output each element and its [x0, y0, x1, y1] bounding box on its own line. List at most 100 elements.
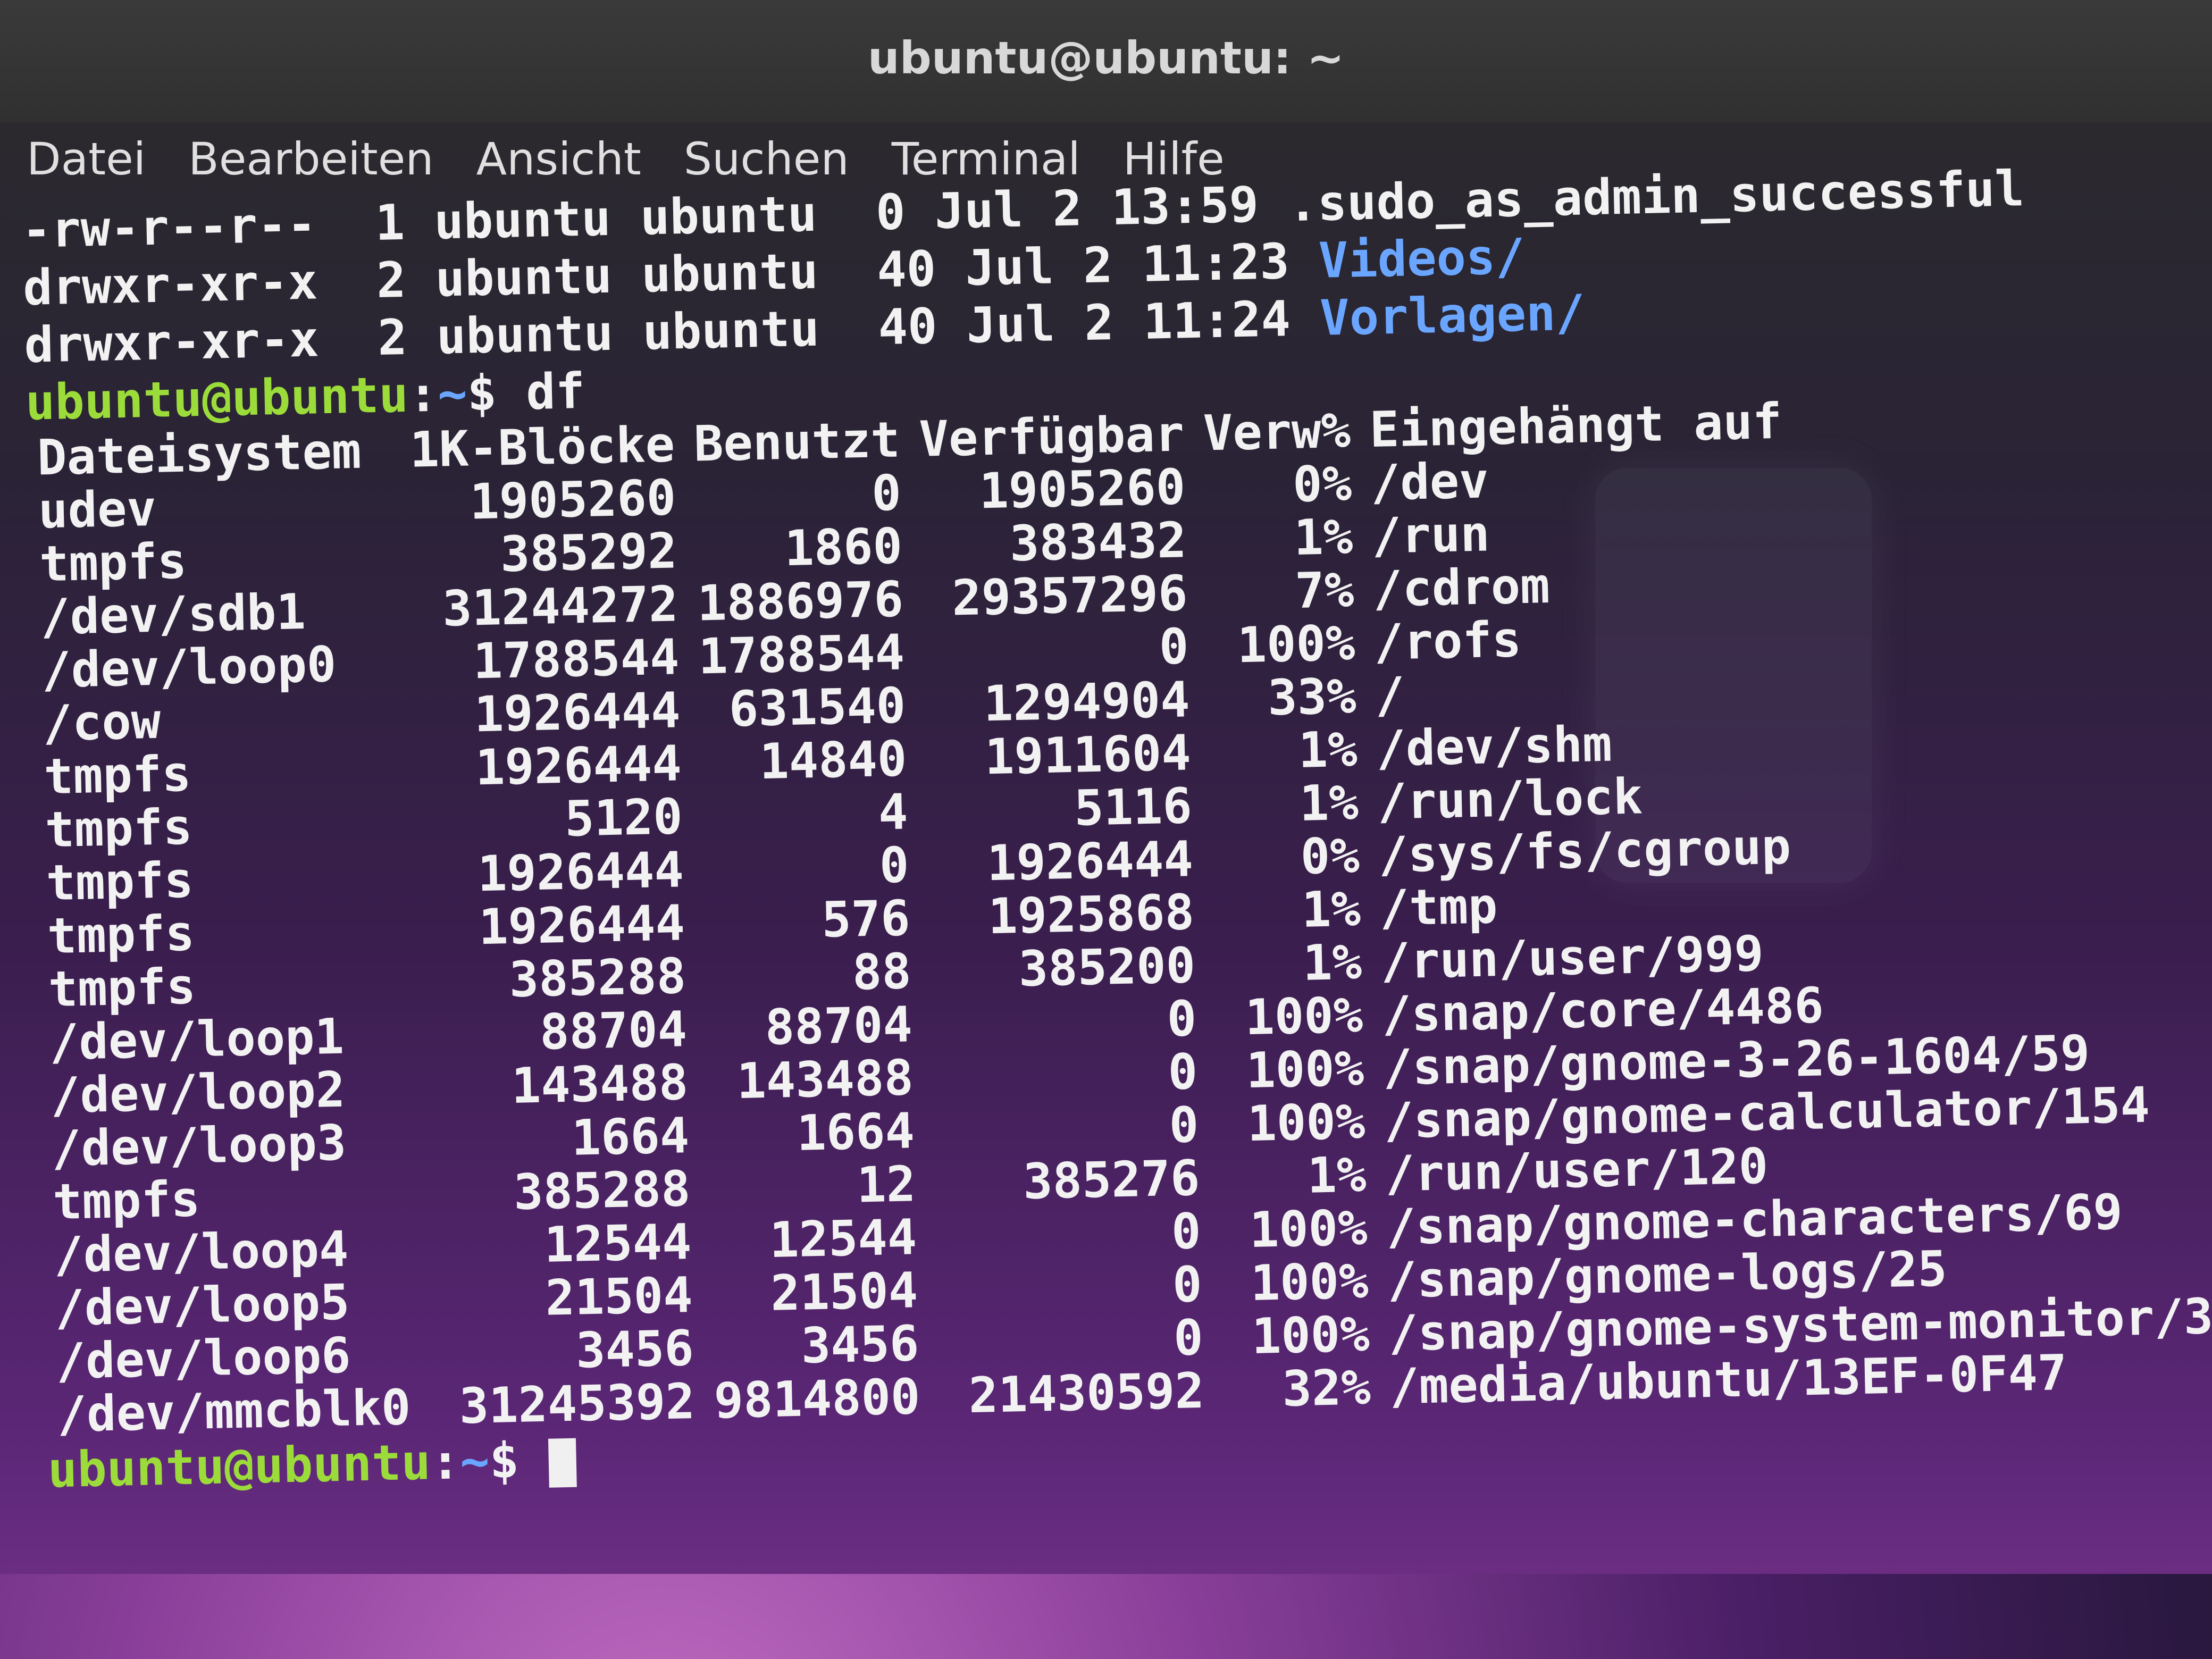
- df-used: 1788544: [698, 624, 906, 685]
- menu-suchen[interactable]: Suchen: [684, 133, 849, 191]
- df-use-percent: 1%: [1306, 1146, 1367, 1204]
- df-blocks: 1926444: [473, 682, 681, 743]
- ls-links: 1: [374, 194, 406, 252]
- df-available: 383432: [1009, 512, 1187, 573]
- df-used: 88: [851, 943, 912, 1001]
- df-available: 29357296: [951, 565, 1188, 627]
- df-used: 143488: [736, 1049, 914, 1110]
- df-used: 1886976: [697, 571, 904, 632]
- df-used: 88704: [764, 996, 913, 1057]
- title-bar: ubuntu@ubuntu: ~: [0, 0, 2212, 122]
- terminal-output[interactable]: -rw-r--r-- 1 ubuntu ubuntu 0 Jul 2 13:59…: [21, 157, 2212, 1563]
- df-available: 0: [1173, 1309, 1204, 1367]
- ls-month: Jul: [934, 181, 1024, 240]
- ls-links: 2: [375, 251, 407, 309]
- df-used: 631540: [728, 677, 907, 738]
- df-use-percent: 1%: [1302, 933, 1362, 992]
- ls-name: Videos/: [1318, 228, 1526, 289]
- df-available: 1294904: [983, 671, 1191, 733]
- df-filesystem: /dev/loop0: [41, 635, 337, 699]
- df-blocks: 1664: [571, 1107, 690, 1167]
- df-header-filesystem: Dateisystem: [36, 422, 362, 487]
- df-use-percent: 33%: [1267, 667, 1357, 727]
- ls-perms: drwxr-xr-x: [23, 311, 320, 374]
- df-blocks: 1926444: [478, 894, 685, 956]
- df-filesystem: tmpfs: [39, 532, 188, 593]
- ls-perms: -rw-r--r--: [21, 196, 317, 259]
- df-used: 1860: [784, 517, 903, 577]
- df-use-percent: 1%: [1298, 774, 1359, 832]
- df-blocks: 31244272: [442, 575, 679, 638]
- df-blocks: 12544: [543, 1213, 692, 1273]
- ls-time: 13:59: [1110, 176, 1260, 237]
- df-header-used: Benutzt: [693, 411, 901, 473]
- df-used: 4: [877, 783, 909, 841]
- df-filesystem: tmpfs: [47, 958, 197, 1018]
- df-use-percent: 100%: [1250, 1252, 1369, 1312]
- df-blocks: 143488: [510, 1054, 689, 1115]
- ls-time: 11:24: [1142, 290, 1292, 350]
- df-use-percent: 100%: [1245, 1040, 1365, 1100]
- df-filesystem: udev: [38, 480, 157, 540]
- df-blocks: 21504: [544, 1267, 693, 1327]
- df-available: 0: [1158, 618, 1189, 676]
- df-filesystem: /dev/loop2: [50, 1061, 346, 1125]
- df-used: 1664: [796, 1102, 915, 1162]
- df-blocks: 1926444: [474, 735, 682, 797]
- menu-datei[interactable]: Datei: [27, 133, 146, 191]
- prompt-symbol: $: [489, 1431, 520, 1490]
- df-use-percent: 0%: [1292, 455, 1353, 514]
- window-title: ubuntu@ubuntu: ~: [867, 32, 1345, 84]
- df-blocks: 385288: [508, 948, 687, 1009]
- ls-day: 2: [1052, 180, 1083, 238]
- ls-user: ubuntu: [435, 304, 614, 365]
- df-use-percent: 32%: [1281, 1359, 1371, 1418]
- df-header-use-percent: Verw%: [1202, 401, 1352, 462]
- df-available: 0: [1172, 1255, 1203, 1314]
- df-blocks: 31245392: [458, 1372, 696, 1435]
- ls-user: ubuntu: [433, 189, 611, 250]
- df-use-percent: 1%: [1293, 508, 1354, 567]
- df-available: 0: [1167, 1043, 1199, 1101]
- df-available: 385276: [1022, 1149, 1201, 1210]
- ls-group: ubuntu: [641, 242, 819, 304]
- ls-day: 2: [1084, 294, 1115, 352]
- df-blocks: 88704: [539, 1001, 688, 1061]
- df-used: 9814800: [713, 1368, 921, 1430]
- df-blocks: 1926444: [476, 841, 684, 903]
- df-table: Dateisystem 1K-Blöcke Benutzt Verfügbar …: [26, 386, 2212, 1443]
- menu-ansicht[interactable]: Ansicht: [476, 133, 641, 191]
- df-filesystem: tmpfs: [44, 798, 193, 859]
- df-available: 1905260: [978, 458, 1186, 520]
- df-used: 12544: [769, 1209, 918, 1269]
- ls-name: Vorlagen/: [1319, 284, 1586, 347]
- menu-bearbeiten[interactable]: Bearbeiten: [188, 133, 434, 191]
- ls-day: 2: [1082, 237, 1113, 295]
- df-used: 0: [871, 464, 902, 522]
- df-header-blocks: 1K-Blöcke: [409, 416, 676, 479]
- df-filesystem: tmpfs: [45, 851, 194, 912]
- ls-group: ubuntu: [639, 185, 818, 246]
- df-blocks: 3456: [575, 1320, 694, 1379]
- df-body: udev 1905260 0 1905260 0%/dev tmpfs 385292 1860…: [27, 439, 2212, 1443]
- prompt-path: ~: [437, 365, 468, 423]
- prompt-symbol: $: [466, 364, 498, 422]
- df-available: 1925868: [987, 884, 1195, 945]
- df-use-percent: 100%: [1251, 1305, 1370, 1365]
- df-header-available: Verfügbar: [918, 405, 1185, 468]
- prompt-user-host: ubuntu@ubuntu: [47, 1434, 431, 1499]
- df-filesystem: /dev/loop1: [48, 1008, 345, 1071]
- ls-size: 40: [876, 240, 937, 299]
- prompt-path: ~: [459, 1432, 490, 1490]
- df-use-percent: 100%: [1246, 1093, 1366, 1153]
- ls-month: Jul: [965, 238, 1054, 297]
- df-used: 14840: [759, 730, 908, 791]
- ls-group: ubuntu: [642, 300, 820, 361]
- df-blocks: 1788544: [472, 629, 680, 690]
- df-use-percent: 7%: [1294, 561, 1355, 619]
- terminal-window: ubuntu@ubuntu: ~ Datei Bearbeiten Ansich…: [0, 0, 2212, 1574]
- ls-links: 2: [377, 308, 408, 367]
- df-used: 576: [821, 890, 911, 949]
- df-filesystem: tmpfs: [46, 904, 195, 965]
- ls-perms: drwxr-xr-x: [22, 253, 319, 316]
